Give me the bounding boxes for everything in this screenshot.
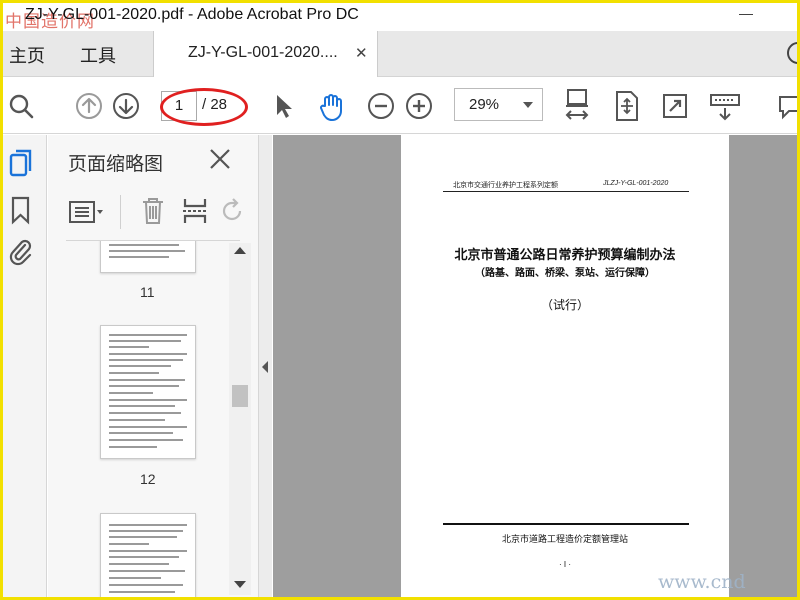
zoom-out-icon[interactable]: [367, 92, 395, 120]
document-view[interactable]: 北京市交通行业养护工程系列定额 JLZJ-Y-GL-001-2020 北京市普通…: [273, 135, 797, 597]
right-margin: [729, 135, 797, 597]
title-bar: 中国造价网 ZJ-Y-GL-001-2020.pdf - Adobe Acrob…: [3, 3, 797, 32]
thumbnail-scrollbar[interactable]: [229, 243, 251, 595]
document-tab-label: ZJ-Y-GL-001-2020....: [188, 44, 338, 61]
site-watermark: www.cnd: [658, 571, 746, 593]
search-icon[interactable]: [7, 92, 35, 120]
page-header-right: JLZJ-Y-GL-001-2020: [603, 180, 669, 187]
close-panel-icon[interactable]: [208, 147, 232, 171]
issuing-organization: 北京市道路工程造价定额管理站: [501, 534, 628, 544]
chevron-down-icon: [523, 102, 533, 108]
panel-splitter[interactable]: [258, 135, 272, 597]
window-title: ZJ-Y-GL-001-2020.pdf - Adobe Acrobat Pro…: [25, 6, 359, 23]
document-trial-note: （试行）: [540, 298, 589, 312]
close-tab-icon[interactable]: ✕: [355, 44, 368, 62]
app-window: 中国造价网 ZJ-Y-GL-001-2020.pdf - Adobe Acrob…: [0, 0, 800, 600]
pdf-page: 北京市交通行业养护工程系列定额 JLZJ-Y-GL-001-2020 北京市普通…: [401, 135, 729, 597]
page-header-left: 北京市交通行业养护工程系列定额: [453, 182, 558, 189]
options-menu-icon[interactable]: [68, 199, 106, 225]
tab-home[interactable]: 主页: [9, 42, 45, 68]
next-page-icon[interactable]: [112, 92, 140, 120]
full-screen-icon[interactable]: [661, 92, 689, 120]
insert-page-icon[interactable]: [181, 196, 209, 226]
tab-tools[interactable]: 工具: [80, 42, 116, 68]
tab-bar: 主页 工具 ZJ-Y-GL-001-2020.... ✕: [3, 31, 797, 77]
scrollbar-thumb[interactable]: [232, 385, 248, 407]
toolbar: [3, 78, 797, 134]
thumbnail-label: 11: [140, 284, 155, 300]
attachments-icon[interactable]: [8, 237, 34, 267]
fit-width-icon[interactable]: [563, 88, 591, 124]
tab-document[interactable]: ZJ-Y-GL-001-2020.... ✕: [153, 31, 378, 77]
hand-tool-icon[interactable]: [317, 92, 347, 122]
page-thumbnails-panel: 页面缩略图 11 12: [48, 135, 258, 597]
document-subtitle: （路基、路面、桥梁、泵站、运行保障）: [475, 268, 655, 279]
help-icon[interactable]: [787, 42, 797, 64]
rotate-page-icon[interactable]: [222, 198, 244, 224]
thumbnail-list: 11 12: [48, 241, 228, 597]
panel-title: 页面缩略图: [68, 154, 164, 175]
panel-toolbar: [68, 193, 248, 233]
header-rule: [443, 191, 689, 192]
zoom-in-icon[interactable]: [405, 92, 433, 120]
comment-icon[interactable]: [777, 92, 800, 120]
page-thumbnails-icon[interactable]: [8, 149, 34, 179]
thumbnail-label: 12: [140, 471, 156, 487]
fit-page-icon[interactable]: [613, 90, 641, 122]
toolbar-divider: [120, 195, 121, 229]
zoom-select[interactable]: 29%: [454, 88, 543, 121]
page-thumbnail[interactable]: [100, 241, 196, 273]
page-number: · I ·: [559, 560, 571, 569]
scrolling-mode-icon[interactable]: [709, 92, 741, 122]
minimize-button[interactable]: —: [739, 5, 753, 21]
scroll-up-icon[interactable]: [234, 247, 246, 254]
highlight-annotation: [160, 88, 248, 126]
bookmarks-icon[interactable]: [8, 195, 34, 225]
previous-page-icon[interactable]: [75, 92, 103, 120]
select-tool-icon[interactable]: [271, 92, 295, 120]
footer-rule: [443, 523, 689, 525]
document-title: 北京市普通公路日常养护预算编制办法: [454, 247, 676, 262]
left-rail: [3, 135, 47, 597]
page-thumbnail[interactable]: [100, 513, 196, 597]
page-thumbnail[interactable]: [100, 325, 196, 459]
collapse-panel-icon[interactable]: [262, 361, 268, 373]
zoom-value: 29%: [469, 96, 500, 113]
scroll-down-icon[interactable]: [234, 581, 246, 588]
delete-page-icon[interactable]: [140, 196, 166, 226]
